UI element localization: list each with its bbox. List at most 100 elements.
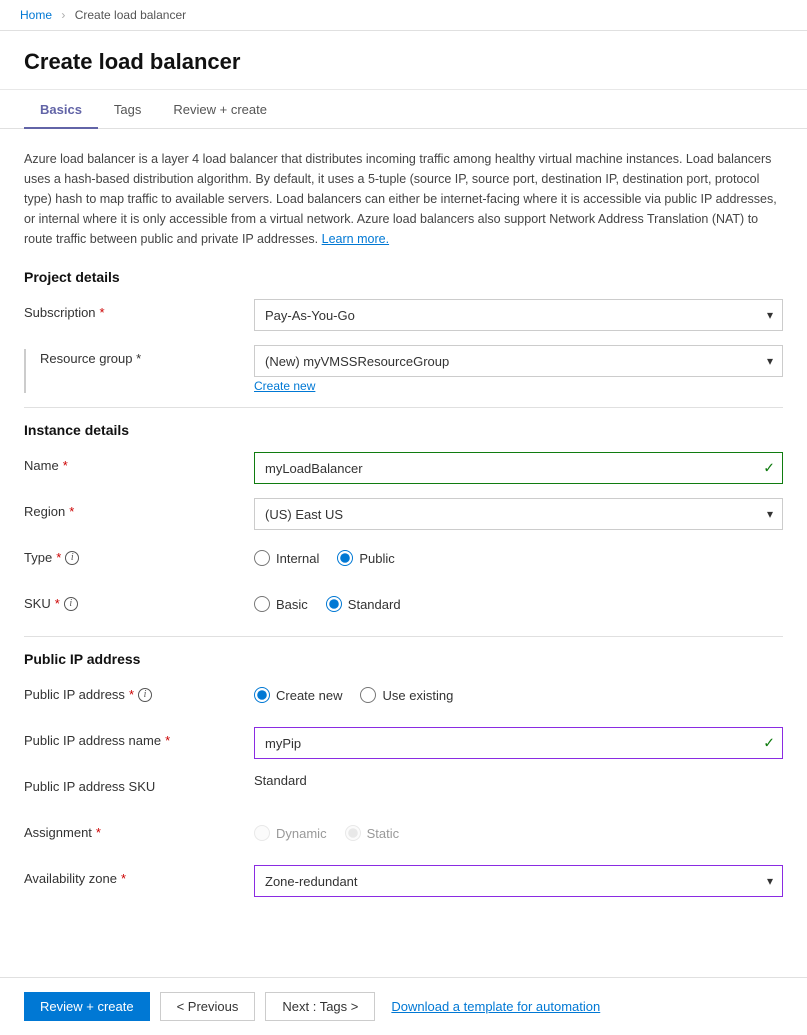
resource-group-input: (New) myVMSSResourceGroup ▾ Create new (254, 345, 783, 393)
name-check-icon: ✓ (763, 460, 775, 477)
region-input: (US) East US ▾ (254, 498, 783, 530)
resource-group-indent (24, 349, 40, 393)
tab-review[interactable]: Review + create (157, 90, 283, 129)
subscription-select[interactable]: Pay-As-You-Go (254, 299, 783, 331)
sku-basic-option[interactable]: Basic (254, 596, 308, 612)
subscription-label: Subscription * (24, 299, 254, 320)
subscription-required: * (100, 305, 105, 320)
project-details-title: Project details (24, 269, 783, 285)
breadcrumb-current: Create load balancer (75, 8, 186, 22)
public-ip-name-input[interactable] (254, 727, 783, 759)
sku-row: SKU * i Basic Standard (24, 590, 783, 622)
type-row: Type * i Internal Public (24, 544, 783, 576)
type-public-radio[interactable] (337, 550, 353, 566)
assignment-input: Dynamic Static (254, 819, 783, 841)
resource-group-row: Resource group * (New) myVMSSResourceGro… (24, 345, 783, 393)
availability-zone-select[interactable]: Zone-redundant (254, 865, 783, 897)
name-required: * (63, 458, 68, 473)
public-ip-section-title: Public IP address (24, 651, 783, 667)
create-new-link[interactable]: Create new (254, 379, 315, 393)
instance-details-title: Instance details (24, 422, 783, 438)
type-internal-label: Internal (276, 551, 319, 566)
public-ip-create-new-label: Create new (276, 688, 342, 703)
public-ip-required: * (129, 687, 134, 702)
description-text: Azure load balancer is a layer 4 load ba… (24, 149, 783, 249)
type-public-label: Public (359, 551, 394, 566)
download-template-link[interactable]: Download a template for automation (391, 999, 600, 1014)
public-ip-name-input-wrapper: ✓ (254, 727, 783, 759)
public-ip-radio-group: Create new Use existing (254, 681, 783, 703)
type-public-option[interactable]: Public (337, 550, 394, 566)
subscription-input: Pay-As-You-Go ▾ (254, 299, 783, 331)
sku-standard-option[interactable]: Standard (326, 596, 401, 612)
assignment-static-option[interactable]: Static (345, 825, 400, 841)
public-ip-info-icon[interactable]: i (138, 688, 152, 702)
name-label: Name * (24, 452, 254, 473)
availability-zone-row: Availability zone * Zone-redundant ▾ (24, 865, 783, 897)
tab-basics[interactable]: Basics (24, 90, 98, 129)
public-ip-sku-value: Standard (254, 773, 783, 788)
region-select[interactable]: (US) East US (254, 498, 783, 530)
availability-zone-input: Zone-redundant ▾ (254, 865, 783, 897)
resource-group-required: * (136, 351, 141, 366)
breadcrumb-sep: › (61, 8, 65, 22)
public-ip-use-existing-option[interactable]: Use existing (360, 687, 453, 703)
region-label: Region * (24, 498, 254, 519)
review-create-button[interactable]: Review + create (24, 992, 150, 1021)
sku-input: Basic Standard (254, 590, 783, 612)
name-row: Name * ✓ (24, 452, 783, 484)
previous-button[interactable]: < Previous (160, 992, 256, 1021)
assignment-radio-group: Dynamic Static (254, 819, 783, 841)
public-ip-name-required: * (165, 733, 170, 748)
tab-bar: Basics Tags Review + create (0, 90, 807, 129)
public-ip-sku-label: Public IP address SKU (24, 773, 254, 794)
breadcrumb-home[interactable]: Home (20, 8, 52, 22)
type-input: Internal Public (254, 544, 783, 566)
sku-info-icon[interactable]: i (64, 597, 78, 611)
tab-tags[interactable]: Tags (98, 90, 157, 129)
footer-bar: Review + create < Previous Next : Tags >… (0, 977, 807, 1035)
assignment-label: Assignment * (24, 819, 254, 840)
name-input-wrapper: ✓ (254, 452, 783, 484)
next-button[interactable]: Next : Tags > (265, 992, 375, 1021)
name-input[interactable] (254, 452, 783, 484)
region-row: Region * (US) East US ▾ (24, 498, 783, 530)
subscription-row: Subscription * Pay-As-You-Go ▾ (24, 299, 783, 331)
assignment-dynamic-radio[interactable] (254, 825, 270, 841)
sku-standard-label: Standard (348, 597, 401, 612)
type-required: * (56, 550, 61, 565)
public-ip-row: Public IP address * i Create new Use exi… (24, 681, 783, 713)
assignment-dynamic-option[interactable]: Dynamic (254, 825, 327, 841)
public-ip-sku-row: Public IP address SKU Standard (24, 773, 783, 805)
sku-basic-radio[interactable] (254, 596, 270, 612)
public-ip-use-existing-label: Use existing (382, 688, 453, 703)
public-ip-name-check-icon: ✓ (763, 735, 775, 752)
divider-2 (24, 636, 783, 637)
public-ip-use-existing-radio[interactable] (360, 687, 376, 703)
type-internal-option[interactable]: Internal (254, 550, 319, 566)
divider-1 (24, 407, 783, 408)
resource-group-select[interactable]: (New) myVMSSResourceGroup (254, 345, 783, 377)
sku-basic-label: Basic (276, 597, 308, 612)
assignment-dynamic-label: Dynamic (276, 826, 327, 841)
public-ip-create-new-radio[interactable] (254, 687, 270, 703)
type-internal-radio[interactable] (254, 550, 270, 566)
main-content: Create load balancer Basics Tags Review … (0, 31, 807, 981)
sku-required: * (55, 596, 60, 611)
assignment-static-radio[interactable] (345, 825, 361, 841)
page-title: Create load balancer (0, 31, 807, 90)
public-ip-sku-text: Standard (254, 767, 307, 788)
availability-zone-label: Availability zone * (24, 865, 254, 886)
assignment-row: Assignment * Dynamic Static (24, 819, 783, 851)
type-info-icon[interactable]: i (65, 551, 79, 565)
sku-standard-radio[interactable] (326, 596, 342, 612)
resource-group-label: Resource group * (40, 345, 254, 366)
public-ip-name-label: Public IP address name * (24, 727, 254, 748)
public-ip-input: Create new Use existing (254, 681, 783, 703)
public-ip-name-row: Public IP address name * ✓ (24, 727, 783, 759)
sku-radio-group: Basic Standard (254, 590, 783, 612)
availability-zone-required: * (121, 871, 126, 886)
sku-label: SKU * i (24, 590, 254, 611)
learn-more-link[interactable]: Learn more. (322, 232, 389, 246)
public-ip-create-new-option[interactable]: Create new (254, 687, 342, 703)
